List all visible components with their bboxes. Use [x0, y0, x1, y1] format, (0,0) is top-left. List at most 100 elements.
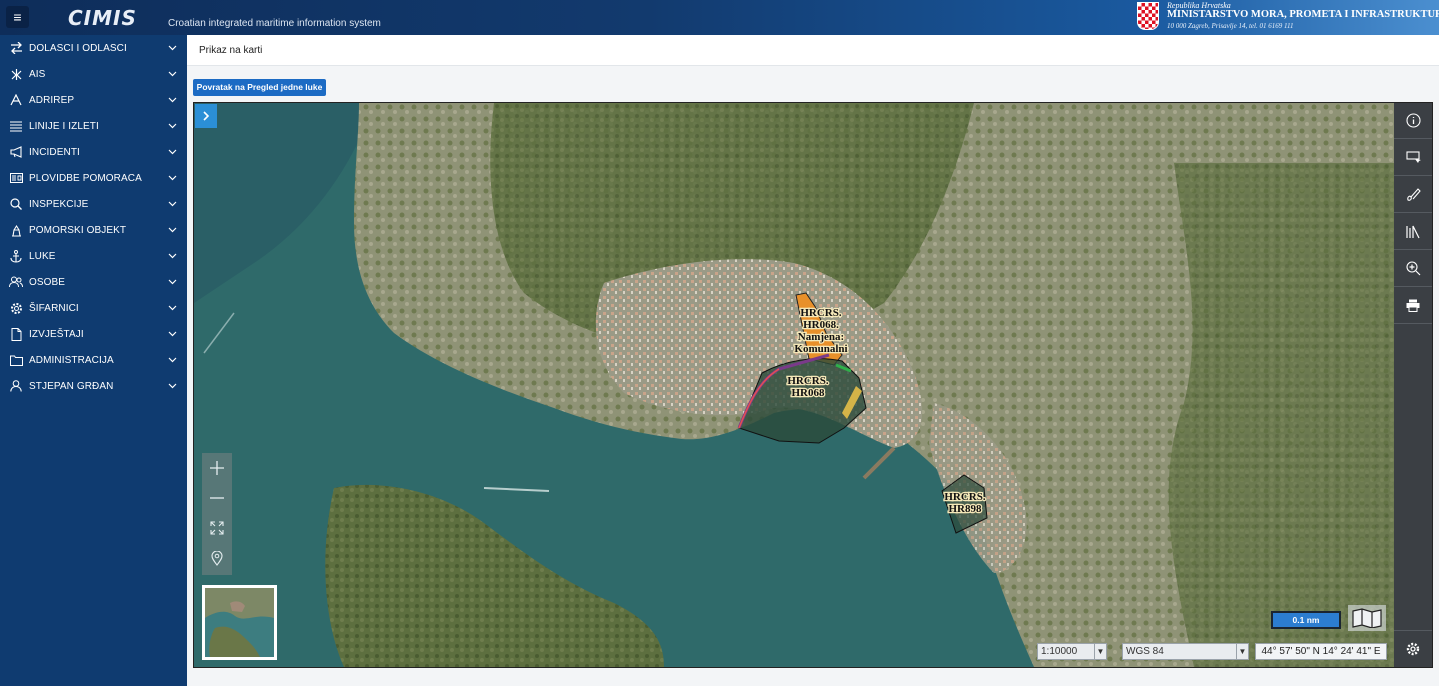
map-view[interactable]: HRCRS. HR068. Namjena: Komunalni HRCRS. …: [193, 102, 1433, 668]
megaphone-icon: [9, 145, 23, 159]
ministry-name: MINISTARSTVO MORA, PROMETA I INFRASTRUKT…: [1167, 9, 1439, 20]
chevron-down-icon: ▼: [1094, 644, 1106, 659]
chevron-down-icon: [168, 225, 178, 236]
ministry-address: 10 000 Zagreb, Prisavlje 14, tel. 01 616…: [1167, 22, 1294, 30]
sidebar-item-izvjestaji[interactable]: IZVJEŠTAJI: [0, 321, 187, 347]
settings-button[interactable]: [1394, 630, 1432, 666]
chevron-down-icon: [168, 121, 178, 132]
chevron-right-icon: [203, 111, 210, 121]
sidebar-item-user[interactable]: STJEPAN GRĐAN: [0, 373, 187, 399]
sidebar-item-label: ADMINISTRACIJA: [29, 354, 114, 366]
draw-icon: [1406, 188, 1421, 201]
sidebar-item-label: LUKE: [29, 250, 56, 262]
sidebar-item-ais[interactable]: AIS: [0, 61, 187, 87]
breadcrumb-bar: Prikaz na karti: [187, 35, 1439, 66]
location-pin-icon: [211, 550, 223, 566]
breadcrumb: Prikaz na karti: [199, 45, 263, 56]
chevron-down-icon: [168, 303, 178, 314]
back-to-port-button[interactable]: Povratak na Pregled jedne luke: [193, 79, 326, 96]
chevron-down-icon: [168, 95, 178, 106]
basemap-switch-button[interactable]: [1348, 605, 1386, 631]
chevron-down-icon: [168, 251, 178, 262]
id-card-icon: [9, 171, 23, 185]
fullscreen-icon: [210, 521, 224, 535]
sidebar-item-label: STJEPAN GRĐAN: [29, 380, 114, 392]
settings-icon: [1406, 642, 1420, 655]
locate-button[interactable]: [202, 543, 232, 573]
sidebar-item-label: INSPEKCIJE: [29, 198, 89, 210]
zoom-in-button[interactable]: [202, 453, 232, 483]
plus-icon: [210, 461, 224, 475]
cimis-logo: CIMIS: [68, 6, 137, 30]
sidebar-item-label: INCIDENTI: [29, 146, 80, 158]
sidebar-item-linije[interactable]: LINIJE I IZLETI: [0, 113, 187, 139]
map-icon: [1352, 608, 1382, 628]
draw-button[interactable]: [1394, 177, 1432, 213]
map-toolbar: [1394, 103, 1432, 667]
zoom-controls: [202, 453, 232, 575]
zone-label-line: HR898: [949, 503, 983, 515]
sidebar-item-label: POMORSKI OBJEKT: [29, 224, 127, 236]
zone-label-line: HRCRS.: [800, 307, 842, 319]
sidebar-item-label: LINIJE I IZLETI: [29, 120, 99, 132]
sidebar-item-osobe[interactable]: OSOBE: [0, 269, 187, 295]
sidebar-item-adrirep[interactable]: ADRIREP: [0, 87, 187, 113]
print-icon: [1406, 299, 1420, 312]
people-icon: [9, 275, 23, 289]
coordinates-readout: 44° 57' 50" N 14° 24' 41" E: [1255, 643, 1387, 660]
sidebar-item-label: AIS: [29, 68, 46, 80]
user-icon: [9, 379, 23, 393]
info-button[interactable]: [1394, 103, 1432, 139]
sidebar-item-luke[interactable]: LUKE: [0, 243, 187, 269]
crs-select-value: WGS 84: [1126, 646, 1164, 657]
gear-icon: [9, 301, 23, 315]
fullscreen-button[interactable]: [202, 513, 232, 543]
coat-of-arms-icon: [1137, 2, 1159, 30]
sidebar-item-pomorski-objekt[interactable]: POMORSKI OBJEKT: [0, 217, 187, 243]
sidebar-item-inspekcije[interactable]: INSPEKCIJE: [0, 191, 187, 217]
zone-label-line: Komunalni: [794, 343, 847, 355]
scale-select[interactable]: 1:10000 ▼: [1037, 643, 1107, 660]
sidebar-item-dolasci[interactable]: DOLASCI I ODLASCI: [0, 35, 187, 61]
zone-label-line: HRCRS.: [787, 375, 829, 387]
crs-select[interactable]: WGS 84 ▼: [1122, 643, 1249, 660]
zoom-in-icon: [1405, 261, 1420, 276]
zone-label-line: HR068: [792, 387, 826, 399]
select-area-button[interactable]: [1394, 140, 1432, 176]
info-icon: [1405, 113, 1421, 128]
chevron-down-icon: [168, 69, 178, 80]
chevron-down-icon: [168, 147, 178, 158]
zoom-tool-button[interactable]: [1394, 251, 1432, 287]
chevron-down-icon: [168, 43, 178, 54]
list-icon: [9, 119, 23, 133]
folder-icon: [9, 353, 23, 367]
chevron-down-icon: [168, 277, 178, 288]
chevron-down-icon: [168, 381, 178, 392]
scale-bar: 0.1 nm: [1271, 611, 1341, 629]
lighthouse-icon: [9, 223, 23, 237]
sidebar-item-label: IZVJEŠTAJI: [29, 328, 84, 340]
sidebar-item-label: OSOBE: [29, 276, 66, 288]
sidebar-item-sifarnici[interactable]: ŠIFARNICI: [0, 295, 187, 321]
overview-map[interactable]: [202, 585, 277, 660]
app-header: ≡ CIMIS Croatian integrated maritime inf…: [0, 0, 1439, 35]
satellite-map[interactable]: HRCRS. HR068. Namjena: Komunalni HRCRS. …: [194, 103, 1432, 667]
document-icon: [9, 327, 23, 341]
sidebar-item-label: ADRIREP: [29, 94, 75, 106]
sidebar-item-incidenti[interactable]: INCIDENTI: [0, 139, 187, 165]
hamburger-icon[interactable]: ≡: [6, 6, 29, 28]
expand-panel-button[interactable]: [195, 104, 217, 128]
scale-select-value: 1:10000: [1041, 646, 1078, 657]
sidebar-item-label: DOLASCI I ODLASCI: [29, 42, 127, 54]
sidebar-item-administracija[interactable]: ADMINISTRACIJA: [0, 347, 187, 373]
print-button[interactable]: [1394, 288, 1432, 324]
chevron-down-icon: [168, 329, 178, 340]
layers-button[interactable]: [1394, 214, 1432, 250]
chevron-down-icon: [168, 355, 178, 366]
sidebar: DOLASCI I ODLASCI AIS ADRIREP LINIJE I I…: [0, 35, 187, 686]
chevron-down-icon: ▼: [1236, 644, 1248, 659]
app-tagline: Croatian integrated maritime information…: [168, 18, 381, 29]
zoom-out-button[interactable]: [202, 483, 232, 513]
sidebar-item-plovidbe[interactable]: PLOVIDBE POMORACA: [0, 165, 187, 191]
sidebar-item-label: PLOVIDBE POMORACA: [29, 172, 142, 184]
